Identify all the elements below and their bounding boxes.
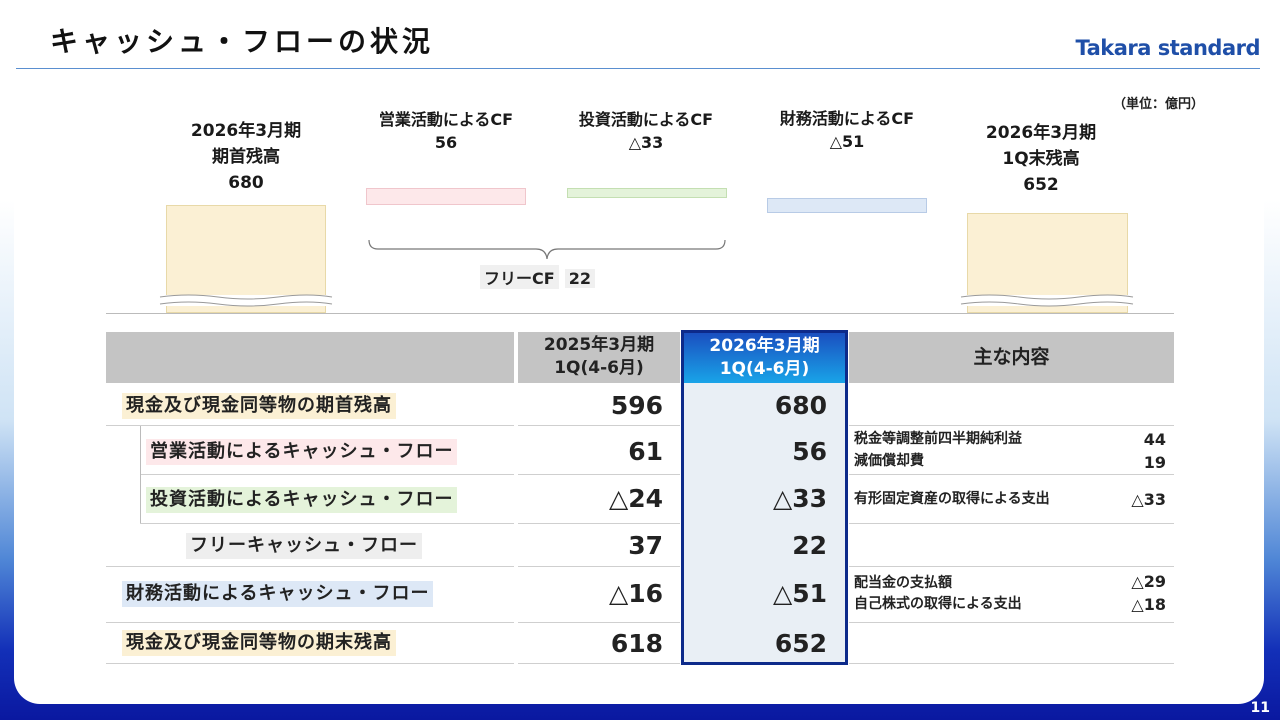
note-text: 減価償却費	[854, 453, 924, 469]
financing-cf-label: 財務活動によるCF △51	[757, 107, 937, 153]
company-logo: Takara standard	[1075, 36, 1260, 60]
opening-line2: 期首残高	[212, 147, 280, 167]
curr-value: 56	[792, 437, 827, 466]
curr-value: 652	[774, 629, 827, 658]
row-divider	[106, 622, 514, 623]
row-divider	[518, 474, 680, 475]
free-cf-title: フリーCF	[480, 265, 559, 289]
note-value: △18	[1131, 595, 1166, 614]
row-divider	[849, 474, 1174, 475]
table-header-blank	[106, 332, 514, 383]
row-divider	[849, 425, 1174, 426]
indent-bracket-line	[140, 426, 141, 523]
investing-cf-label: 投資活動によるCF △33	[556, 108, 736, 154]
row-divider	[518, 566, 680, 567]
financing-cf-value: △51	[829, 132, 865, 151]
row-divider	[849, 566, 1174, 567]
note-text: 有形固定資産の取得による支出	[854, 491, 1050, 507]
note-value: 19	[1143, 453, 1166, 472]
row-label-opening: 現金及び現金同等物の期首残高	[122, 393, 396, 419]
closing-line2: 1Q末残高	[1002, 149, 1080, 169]
operating-cf-title: 営業活動によるCF	[378, 110, 514, 129]
closing-line1: 2026年3月期	[985, 123, 1097, 143]
column-prev-line1: 2025年3月期	[543, 335, 655, 355]
row-divider	[106, 425, 514, 426]
row-divider	[140, 474, 514, 475]
row-divider	[849, 663, 1174, 664]
opening-balance-label: 2026年3月期 期首残高 680	[166, 118, 326, 196]
curr-value: 680	[774, 391, 827, 420]
page-title: キャッシュ・フローの状況	[50, 25, 435, 58]
investing-bar	[567, 188, 727, 198]
column-curr-line2: 1Q(4-6月)	[719, 359, 810, 379]
note-value: △33	[1131, 490, 1166, 509]
free-cf-callout: フリーCF 22	[480, 265, 595, 289]
opening-value: 680	[228, 173, 264, 193]
row-label-operating: 営業活動によるキャッシュ・フロー	[146, 439, 458, 465]
free-cf-value: 22	[564, 269, 595, 288]
investing-cf-title: 投資活動によるCF	[578, 110, 714, 129]
axis-break-left	[158, 294, 334, 307]
prev-value: △24	[608, 484, 663, 513]
curr-value: 22	[792, 531, 827, 560]
row-divider	[849, 622, 1174, 623]
row-divider	[518, 663, 680, 664]
row-divider	[849, 523, 1174, 524]
page-number: 11	[1250, 700, 1270, 716]
column-prev-year: 2025年3月期 1Q(4-6月)	[518, 334, 680, 380]
row-divider	[518, 425, 680, 426]
curr-value: △33	[772, 484, 827, 513]
axis-break-right	[959, 294, 1135, 307]
column-curr-line1: 2026年3月期	[709, 336, 820, 356]
financing-cf-title: 財務活動によるCF	[779, 109, 915, 128]
operating-cf-value: 56	[434, 133, 458, 152]
unit-note: （単位：億円）	[1113, 97, 1205, 112]
column-current-year: 2026年3月期 1Q(4-6月)	[684, 333, 845, 383]
investing-cf-value: △33	[628, 133, 664, 152]
row-divider	[106, 566, 514, 567]
prev-value: △16	[608, 579, 663, 608]
row-label-free-cf: フリーキャッシュ・フロー	[186, 533, 422, 559]
note-text: 税金等調整前四半期純利益	[854, 431, 1022, 447]
closing-value: 652	[1023, 175, 1059, 195]
row-divider	[140, 523, 514, 524]
free-cf-brace	[368, 239, 726, 260]
row-divider	[518, 622, 680, 623]
row-label-closing: 現金及び現金同等物の期末残高	[122, 630, 396, 656]
operating-bar	[366, 188, 526, 205]
operating-cf-label: 営業活動によるCF 56	[356, 108, 536, 154]
row-label-investing: 投資活動によるキャッシュ・フロー	[146, 487, 458, 513]
closing-balance-label: 2026年3月期 1Q末残高 652	[960, 120, 1122, 198]
prev-value: 596	[610, 391, 663, 420]
row-divider	[518, 523, 680, 524]
financing-bar	[767, 198, 927, 213]
prev-value: 618	[610, 629, 663, 658]
row-label-financing: 財務活動によるキャッシュ・フロー	[122, 581, 434, 607]
prev-value: 61	[628, 437, 663, 466]
column-notes: 主な内容	[973, 346, 1050, 368]
title-divider	[16, 68, 1260, 69]
curr-value: △51	[772, 579, 827, 608]
note-text: 配当金の支払額	[854, 575, 952, 591]
prev-value: 37	[628, 531, 663, 560]
column-prev-line2: 1Q(4-6月)	[554, 358, 644, 378]
note-text: 自己株式の取得による支出	[854, 596, 1022, 612]
opening-line1: 2026年3月期	[190, 121, 302, 141]
row-divider	[106, 663, 514, 664]
chart-baseline	[106, 313, 1174, 314]
note-value: 44	[1143, 430, 1166, 449]
note-value: △29	[1131, 572, 1166, 591]
